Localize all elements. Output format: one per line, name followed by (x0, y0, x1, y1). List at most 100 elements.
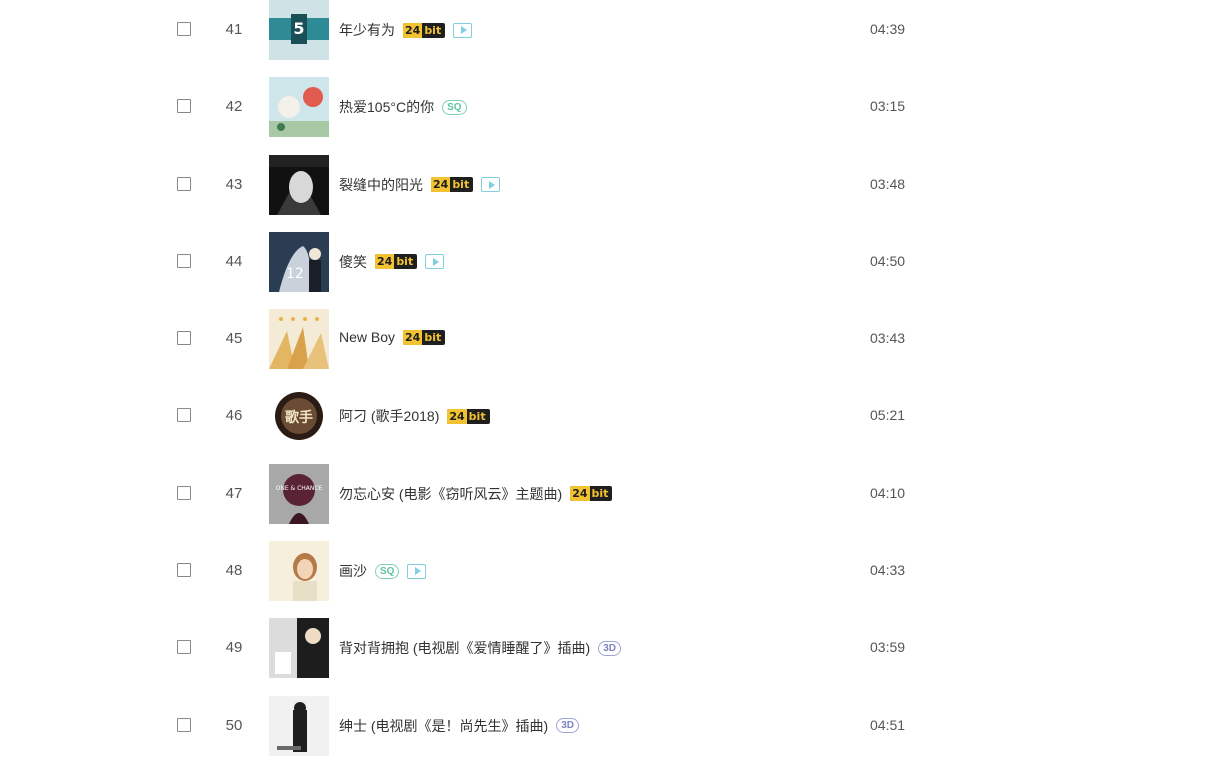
select-checkbox[interactable] (177, 563, 191, 578)
play-triangle-icon (432, 257, 439, 266)
song-duration: 03:59 (870, 639, 906, 656)
song-index: 46 (225, 407, 243, 425)
badge-24bit-number: 24 (447, 408, 467, 424)
svg-text:ONE & CHANCE: ONE & CHANCE (276, 485, 323, 492)
song-title[interactable]: New Boy (339, 329, 395, 345)
song-title-group: 画沙 SQ (339, 561, 427, 581)
svg-text:12: 12 (286, 266, 304, 282)
album-cover[interactable]: ONE & CHANCE (269, 463, 329, 524)
svg-text:5: 5 (293, 19, 304, 38)
select-checkbox[interactable] (177, 22, 191, 36)
play-triangle-icon (460, 26, 467, 34)
song-row[interactable]: 41 5 年少有为 24 bit 04:39 (0, 0, 1232, 69)
album-cover[interactable]: 5 (269, 0, 329, 60)
select-checkbox[interactable] (177, 640, 191, 655)
hires-24bit-badge: 24 bit (431, 177, 474, 193)
badge-24bit-text: bit (424, 23, 442, 37)
song-row[interactable]: 43 裂缝中的阳光 24 bit 03:48 (0, 147, 1232, 224)
song-duration: 03:43 (870, 330, 906, 347)
select-checkbox[interactable] (177, 408, 191, 423)
song-row[interactable]: 48 画沙 SQ 04:33 (0, 533, 1232, 610)
song-title[interactable]: 勿忘心安 (电影《窃听风云》主题曲) (339, 484, 562, 504)
3d-audio-badge: 3D (556, 718, 580, 734)
album-cover[interactable]: 歌手 (269, 386, 329, 447)
song-duration: 04:33 (870, 562, 906, 579)
song-index: 49 (225, 639, 243, 657)
badge-24bit-text: bit (468, 409, 486, 423)
mv-play-icon[interactable] (407, 563, 427, 579)
song-row[interactable]: 49 背对背拥抱 (电视剧《爱情睡醒了》插曲) 3D 03:59 (0, 610, 1232, 687)
select-checkbox[interactable] (177, 485, 191, 500)
badge-24bit-text: bit (424, 330, 442, 344)
select-checkbox[interactable] (177, 331, 191, 346)
hires-24bit-badge: 24 bit (403, 22, 446, 38)
select-checkbox[interactable] (177, 253, 191, 268)
song-title[interactable]: 傻笑 (339, 252, 367, 272)
badge-24bit-text: bit (591, 487, 609, 501)
song-title-group: 傻笑 24 bit (339, 252, 445, 272)
song-title-group: 热爱105°C的你 SQ (339, 97, 467, 117)
song-duration: 03:48 (870, 175, 906, 192)
play-triangle-icon (488, 180, 495, 189)
album-cover[interactable] (269, 309, 329, 370)
song-title[interactable]: 绅士 (电视剧《是！尚先生》插曲) (339, 716, 548, 736)
mv-play-icon[interactable] (425, 254, 445, 270)
song-title-group: 勿忘心安 (电影《窃听风云》主题曲) 24 bit (339, 484, 613, 504)
select-checkbox[interactable] (177, 717, 191, 732)
song-title-group: 绅士 (电视剧《是！尚先生》插曲) 3D (339, 716, 580, 736)
song-row[interactable]: 44 12 傻笑 24 bit 04:50 (0, 224, 1232, 301)
song-duration: 04:39 (870, 21, 906, 37)
song-title-group: 裂缝中的阳光 24 bit (339, 175, 501, 195)
song-duration: 04:50 (870, 252, 906, 269)
song-row[interactable]: 42 热爱105°C的你 SQ 03:15 (0, 69, 1232, 146)
song-duration: 04:10 (870, 484, 906, 501)
song-list: 41 5 年少有为 24 bit 04:39 42 热爱105°C的你 SQ 0… (0, 0, 1232, 765)
mv-play-icon[interactable] (453, 22, 473, 38)
song-title[interactable]: 背对背拥抱 (电视剧《爱情睡醒了》插曲) (339, 638, 590, 658)
song-row[interactable]: 50 绅士 (电视剧《是！尚先生》插曲) 3D 04:51 (0, 688, 1232, 765)
song-index: 50 (225, 716, 243, 734)
hires-24bit-badge: 24 bit (375, 254, 418, 270)
badge-24bit-number: 24 (403, 22, 423, 38)
badge-24bit-number: 24 (375, 254, 395, 270)
song-duration: 03:15 (870, 98, 906, 115)
badge-24bit-text: bit (396, 255, 414, 269)
song-index: 47 (225, 484, 243, 502)
select-checkbox[interactable] (177, 99, 191, 114)
song-index: 45 (225, 330, 243, 348)
song-title[interactable]: 阿刁 (歌手2018) (339, 406, 439, 426)
song-row[interactable]: 46 歌手 阿刁 (歌手2018) 24 bit 05:21 (0, 378, 1232, 455)
album-cover[interactable] (269, 541, 329, 602)
song-row[interactable]: 47 ONE & CHANCE 勿忘心安 (电影《窃听风云》主题曲) 24 bit… (0, 456, 1232, 533)
song-index: 44 (225, 252, 243, 270)
hires-24bit-badge: 24 bit (447, 408, 490, 424)
hires-24bit-badge: 24 bit (570, 486, 613, 502)
song-title[interactable]: 画沙 (339, 561, 367, 581)
sq-badge: SQ (442, 99, 467, 115)
song-title[interactable]: 裂缝中的阳光 (339, 175, 423, 195)
song-title[interactable]: 年少有为 (339, 20, 395, 40)
song-index: 41 (225, 21, 243, 38)
album-cover[interactable]: 12 (269, 231, 329, 292)
album-cover[interactable] (269, 695, 329, 756)
3d-audio-badge: 3D (598, 640, 622, 656)
song-title-group: 背对背拥抱 (电视剧《爱情睡醒了》插曲) 3D (339, 638, 622, 658)
mv-play-icon[interactable] (481, 177, 501, 193)
svg-text:歌手: 歌手 (285, 409, 313, 426)
song-index: 43 (225, 175, 243, 193)
song-index: 48 (225, 562, 243, 580)
album-cover[interactable] (269, 154, 329, 215)
play-triangle-icon (414, 567, 421, 576)
song-row[interactable]: 45 New Boy 24 bit 03:43 (0, 301, 1232, 378)
song-duration: 05:21 (870, 407, 906, 424)
sq-badge: SQ (375, 563, 400, 579)
badge-24bit-text: bit (452, 178, 470, 192)
song-title[interactable]: 热爱105°C的你 (339, 97, 434, 117)
album-cover[interactable] (269, 618, 329, 679)
badge-24bit-number: 24 (403, 329, 423, 345)
song-title-group: 阿刁 (歌手2018) 24 bit (339, 406, 490, 426)
select-checkbox[interactable] (177, 176, 191, 191)
album-cover[interactable] (269, 77, 329, 138)
song-duration: 04:51 (870, 716, 906, 733)
song-index: 42 (225, 98, 243, 116)
